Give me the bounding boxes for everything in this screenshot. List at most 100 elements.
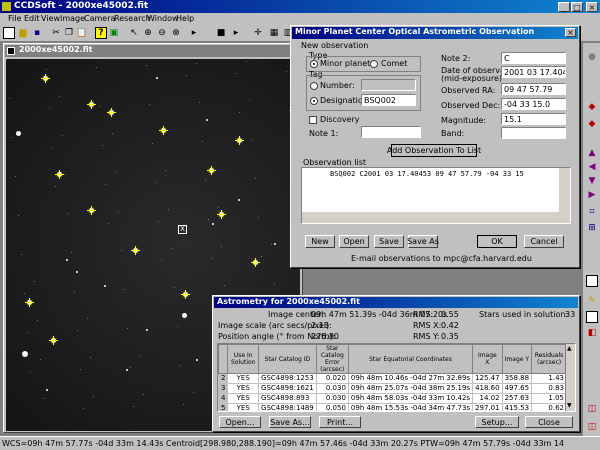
stop-icon[interactable]: ■ — [215, 27, 227, 39]
table-row[interactable]: 3 YES GSC4898:1621 0.030 09h 48m 25.07s -04d… — [218, 383, 567, 394]
number-input[interactable] — [361, 79, 416, 91]
ra-input[interactable]: 09 47 57.79 — [501, 83, 566, 95]
table-header-cell[interactable]: Image Y — [501, 344, 533, 374]
cancel-button[interactable]: Cancel — [524, 235, 564, 248]
tool-b-icon[interactable]: ✎ — [586, 295, 598, 307]
note2-input[interactable]: C — [501, 52, 566, 64]
tool-d-icon[interactable]: ◧ — [586, 327, 598, 339]
grid-icon[interactable]: ⊞ — [586, 222, 598, 234]
table-header-cell[interactable]: Image X — [472, 344, 503, 374]
table-vertical-scrollbar[interactable]: ▲ ▼ — [565, 344, 575, 411]
open-folder-icon[interactable]: ▆ — [17, 27, 29, 39]
scroll-up-icon[interactable]: ▲ — [567, 345, 572, 352]
background-star — [37, 320, 38, 321]
save-button[interactable]: Save — [374, 235, 404, 248]
red-marker-icon[interactable]: ◆ — [586, 101, 598, 113]
red-marker-2-icon[interactable]: ◆ — [586, 118, 598, 130]
table-header-cell[interactable]: Star Equatorial Coordinates — [347, 344, 474, 374]
background-star — [80, 369, 81, 370]
zoom-fit-icon[interactable]: ⊗ — [170, 27, 182, 39]
arrow-icon[interactable]: ▸ — [230, 27, 242, 39]
menu-help[interactable]: Help — [176, 14, 194, 23]
tool-f-icon[interactable]: ◫ — [586, 421, 598, 433]
save-icon[interactable]: ▪ — [31, 27, 43, 39]
frame-icon[interactable]: ▦ — [268, 27, 280, 39]
open-button[interactable]: Open — [339, 235, 369, 248]
list-vertical-scrollbar[interactable] — [559, 168, 570, 213]
table-header-cell[interactable]: Use In Solution — [227, 344, 260, 374]
list-horizontal-scrollbar[interactable] — [302, 212, 570, 223]
date-input[interactable]: 2001 03 17.40453 — [501, 66, 566, 78]
play-icon[interactable]: ▸ — [188, 27, 200, 39]
menu-edit[interactable]: Edit — [24, 14, 40, 23]
minimize-button[interactable]: _ — [558, 2, 570, 12]
close-button[interactable]: × — [586, 2, 598, 12]
table-header-cell[interactable] — [218, 344, 229, 374]
band-input[interactable] — [501, 127, 566, 139]
table-row[interactable]: 4 YES GSC4898:893 0.030 09h 48m 58.03s -04d … — [218, 393, 567, 404]
table-row[interactable]: 2 YES GSC4898:1253 0.020 09h 48m 10.46s -04d… — [218, 373, 567, 384]
tool-c-icon[interactable] — [586, 311, 598, 323]
tool-e-icon[interactable]: ◫ — [586, 403, 598, 415]
observation-list[interactable]: BSQ002 C2001 03 17.40453 09 47 57.79 -04… — [301, 167, 571, 224]
resize-icon[interactable]: ⌗ — [586, 206, 598, 218]
note1-input[interactable] — [361, 126, 421, 138]
add-observation-button[interactable]: Add Observation To List — [387, 144, 481, 157]
astro-setup-button[interactable]: Setup... — [475, 416, 519, 428]
rms-value: 0.55 — [441, 310, 459, 319]
arrow-right-icon[interactable]: ▶ — [586, 189, 598, 201]
arrow-left-icon[interactable]: ◀ — [586, 161, 598, 173]
selection-marker[interactable]: X — [178, 225, 187, 234]
toggle-icon[interactable]: ▣ — [108, 27, 120, 39]
observation-list-item[interactable]: BSQ002 C2001 03 17.40453 09 47 57.79 -04… — [330, 170, 524, 178]
dec-input[interactable]: -04 33 15.0 — [501, 98, 566, 110]
menu-image[interactable]: Image — [60, 14, 85, 23]
copy-icon[interactable]: ❐ — [63, 27, 75, 39]
table-row[interactable]: 5 YES GSC4898:1489 0.050 09h 48m 15.53s -04d… — [218, 403, 567, 411]
background-star — [68, 213, 69, 214]
new-file-icon[interactable] — [3, 27, 15, 39]
discovery-checkbox[interactable] — [309, 116, 317, 124]
table-cell: 5 — [218, 403, 229, 411]
pointer-icon[interactable]: ↖ — [128, 27, 140, 39]
crosshair-icon[interactable]: ✛ — [252, 27, 264, 39]
table-header-cell[interactable]: Residuals (arcsec) — [531, 344, 567, 374]
designation-radio[interactable] — [310, 97, 318, 105]
table-header-cell[interactable]: Star Catalog Error (arcsec) — [315, 344, 349, 374]
help-icon[interactable]: ? — [95, 27, 107, 39]
save-as-button[interactable]: Save As — [407, 235, 439, 248]
number-radio[interactable] — [310, 82, 318, 90]
magnitude-input[interactable]: 15.1 — [501, 113, 566, 125]
astro-save-as-button[interactable]: Save As... — [269, 416, 311, 428]
circle-icon[interactable]: ● — [586, 51, 598, 63]
table-cell: 2 — [218, 373, 229, 384]
table-header-cell[interactable]: Star Catalog ID — [258, 344, 317, 374]
minor-planet-radio[interactable] — [310, 60, 318, 68]
tool-a-icon[interactable] — [586, 275, 598, 287]
menu-camera[interactable]: Camera — [84, 14, 115, 23]
astro-print-button[interactable]: Print... — [319, 416, 361, 428]
astrometry-table[interactable]: Use In Solution Star Catalog ID Star Catal… — [217, 343, 576, 412]
astro-close-button[interactable]: Close — [525, 416, 573, 428]
menu-window[interactable]: Window — [147, 14, 179, 23]
zoom-out-icon[interactable]: ⊖ — [156, 27, 168, 39]
comet-radio[interactable] — [370, 60, 378, 68]
ok-button[interactable]: OK — [477, 235, 517, 248]
menu-research[interactable]: Research — [114, 14, 151, 23]
table-cell: 09h 48m 10.46s -04d 27m 32.89s — [347, 373, 474, 384]
zoom-in-icon[interactable]: ⊕ — [142, 27, 154, 39]
designation-input[interactable]: BSQ002 — [361, 94, 416, 106]
menu-view[interactable]: View — [41, 14, 60, 23]
paste-icon[interactable]: 📋 — [76, 27, 88, 39]
astro-open-button[interactable]: Open... — [219, 416, 261, 428]
arrow-down-icon[interactable]: ▼ — [586, 175, 598, 187]
mpc-close-button[interactable]: × — [565, 28, 576, 37]
cut-icon[interactable]: ✂ — [50, 27, 62, 39]
scroll-down-icon[interactable]: ▼ — [567, 402, 572, 409]
arrow-up-icon[interactable]: ▲ — [586, 147, 598, 159]
new-button[interactable]: New — [305, 235, 335, 248]
table-cell: 09h 48m 58.03s -04d 33m 10.42s — [347, 393, 474, 404]
menu-file[interactable]: File — [8, 14, 21, 23]
stars-used-label: Stars used in solution: — [479, 310, 569, 319]
maximize-button[interactable]: □ — [571, 2, 583, 12]
